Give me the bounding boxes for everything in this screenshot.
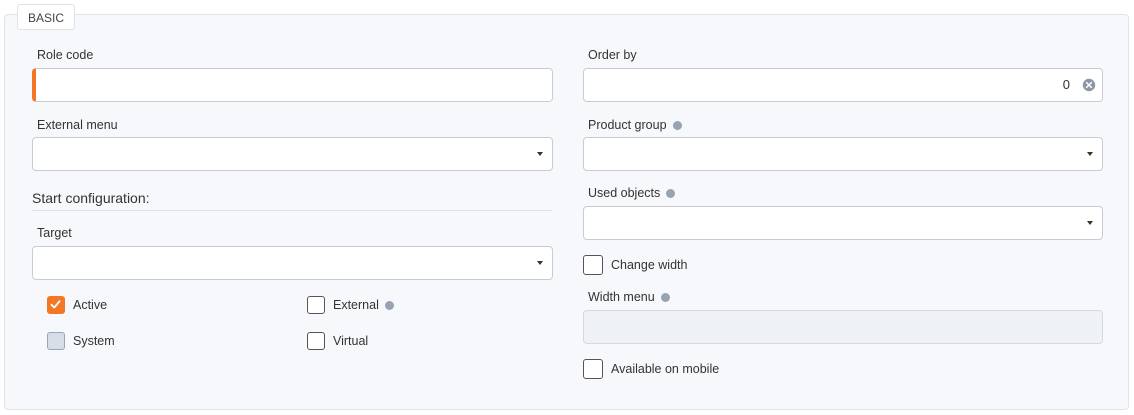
role-code-input[interactable] [36, 69, 552, 101]
active-label: Active [73, 298, 108, 312]
system-label: System [73, 334, 115, 348]
virtual-checkbox-row[interactable]: Virtual [307, 332, 368, 350]
available-on-mobile-label: Available on mobile [611, 362, 720, 376]
order-by-value: 0 [1062, 77, 1070, 92]
external-menu-label: External menu [37, 118, 118, 132]
order-by-label: Order by [588, 48, 637, 62]
start-configuration-heading: Start configuration: [32, 190, 150, 206]
external-menu-select[interactable] [32, 137, 553, 171]
width-menu-label: Width menu [588, 290, 670, 304]
virtual-label: Virtual [333, 334, 369, 348]
caret-down-icon [1087, 152, 1093, 156]
width-menu-input [584, 311, 1102, 343]
available-on-mobile-checkbox-row[interactable]: Available on mobile [583, 359, 719, 379]
target-label: Target [37, 226, 72, 240]
check-icon [50, 300, 61, 309]
change-width-label: Change width [611, 258, 688, 272]
system-checkbox [47, 332, 65, 350]
used-objects-label: Used objects [588, 186, 676, 200]
active-checkbox-row[interactable]: Active [47, 296, 107, 314]
tab-basic[interactable]: BASIC [17, 4, 76, 30]
virtual-checkbox[interactable] [307, 332, 325, 350]
order-by-field[interactable]: 0 [583, 68, 1103, 102]
clear-circle-icon[interactable] [1082, 78, 1096, 92]
external-label: External [333, 298, 379, 312]
available-on-mobile-checkbox[interactable] [583, 359, 603, 379]
external-checkbox-row[interactable]: External [307, 296, 394, 314]
product-group-label: Product group [588, 118, 682, 132]
change-width-checkbox-row[interactable]: Change width [583, 255, 687, 275]
info-dot-icon [666, 188, 676, 198]
info-dot-icon [672, 120, 682, 130]
product-group-select[interactable] [583, 137, 1103, 171]
system-checkbox-row: System [47, 332, 115, 350]
info-dot-icon [660, 292, 670, 302]
section-divider [32, 210, 552, 211]
used-objects-select[interactable] [583, 206, 1103, 240]
change-width-checkbox[interactable] [583, 255, 603, 275]
role-code-label: Role code [37, 48, 94, 62]
external-checkbox[interactable] [307, 296, 325, 314]
active-checkbox[interactable] [47, 296, 65, 314]
target-select[interactable] [32, 246, 553, 280]
info-dot-icon [384, 300, 394, 310]
width-menu-field [583, 310, 1103, 344]
caret-down-icon [537, 152, 543, 156]
caret-down-icon [1087, 221, 1093, 225]
role-code-field[interactable] [32, 68, 553, 102]
caret-down-icon [537, 261, 543, 265]
